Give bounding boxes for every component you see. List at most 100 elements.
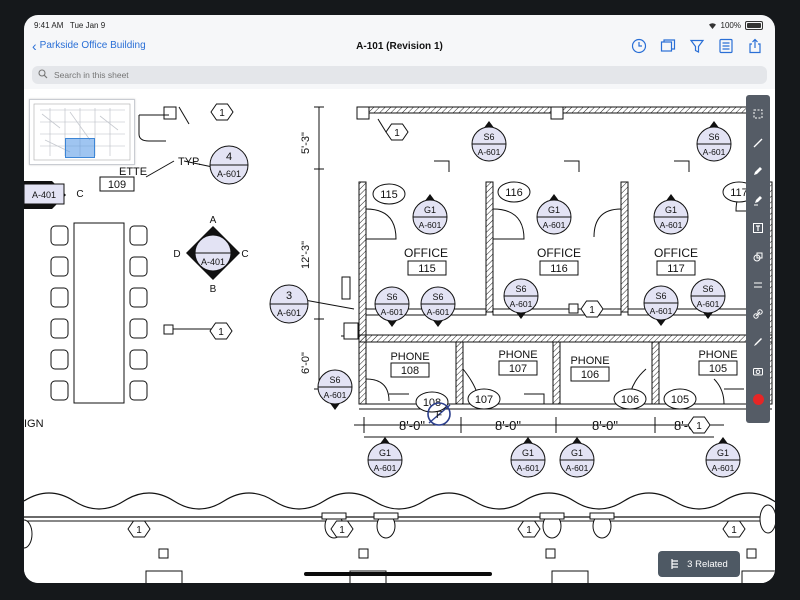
- room-tag-107: 107: [475, 394, 493, 406]
- section-marker[interactable]: S6 A-601: [317, 369, 353, 410]
- section-marker-id: G1: [717, 448, 729, 458]
- section-marker[interactable]: G1 A-601: [705, 437, 741, 478]
- keynote-tag[interactable]: 1: [330, 520, 354, 538]
- detail-callout[interactable]: 4 A-601: [209, 145, 249, 185]
- room-name-117: OFFICE: [654, 246, 698, 260]
- section-marker-sheet: A-601: [566, 463, 589, 473]
- section-marker-sheet: A-601: [510, 299, 533, 309]
- section-marker-sheet: A-601: [324, 390, 347, 400]
- section-marker-id: G1: [424, 205, 436, 215]
- clock-icon[interactable]: [631, 38, 647, 54]
- line-icon: [753, 138, 763, 147]
- elevation-sheet: A-401: [201, 257, 225, 267]
- keynote-tag[interactable]: 1: [687, 416, 711, 434]
- sheet-minimap[interactable]: [29, 99, 135, 165]
- link-icon: [753, 308, 763, 319]
- minimap-viewport[interactable]: [65, 138, 95, 158]
- section-marker[interactable]: S6 A-601: [420, 286, 456, 327]
- room-number-108: 108: [401, 365, 419, 377]
- dim-top-height: 5'-3": [300, 132, 312, 154]
- camera-icon: [753, 367, 763, 375]
- section-marker[interactable]: G1 A-601: [412, 194, 448, 235]
- section-marker-id: S6: [515, 284, 526, 294]
- pen-tool-button[interactable]: [746, 160, 770, 182]
- section-marker-sheet: A-601: [517, 463, 540, 473]
- detail-number: 4: [226, 151, 232, 163]
- keynote-tag[interactable]: 1: [209, 322, 233, 340]
- elevation-direction: A: [210, 215, 217, 226]
- dim-office-height: 12'-3": [300, 241, 312, 269]
- detail-sheet: A-601: [277, 308, 301, 318]
- shape-tool-button[interactable]: [746, 246, 770, 268]
- shape-icon: [753, 252, 763, 261]
- related-button[interactable]: 3 Related: [658, 551, 740, 577]
- keynote-number: 1: [731, 525, 737, 536]
- section-marker-id: S6: [386, 292, 397, 302]
- elevation-marker[interactable]: A-401 A B C D: [173, 215, 248, 295]
- section-marker[interactable]: G1 A-601: [536, 194, 572, 235]
- keynote-tag[interactable]: 1: [722, 520, 746, 538]
- room-number-107: 107: [509, 363, 527, 375]
- line-tool-button[interactable]: [746, 132, 770, 154]
- room-name-108: PHONE: [390, 351, 429, 363]
- detail-callout[interactable]: 3 A-601: [269, 284, 309, 324]
- room-number-117: 117: [667, 263, 685, 275]
- section-marker-sheet: A-601: [712, 463, 735, 473]
- highlighter-tool-button[interactable]: [746, 189, 770, 211]
- room-name-106: PHONE: [570, 355, 609, 367]
- room-number-115: 115: [418, 263, 436, 275]
- section-marker[interactable]: S6 A-601: [643, 285, 679, 326]
- layers-icon[interactable]: [660, 38, 676, 54]
- section-marker[interactable]: S6 A-601: [696, 121, 732, 162]
- filter-icon[interactable]: [689, 38, 705, 54]
- record-tool-button[interactable]: [746, 388, 770, 410]
- section-marker-id: G1: [522, 448, 534, 458]
- section-marker[interactable]: S6 A-601: [374, 286, 410, 327]
- section-marker-sheet: A-601: [374, 463, 397, 473]
- elevation-direction: D: [173, 249, 180, 260]
- room-name-105: PHONE: [698, 349, 737, 361]
- section-marker[interactable]: G1 A-601: [653, 194, 689, 235]
- ruler-tool-button[interactable]: [746, 274, 770, 296]
- detail-sheet: A-601: [217, 169, 241, 179]
- section-marker-sheet: A-601: [703, 147, 726, 157]
- fire-tag: F: [436, 410, 442, 421]
- section-marker[interactable]: S6 A-601: [471, 121, 507, 162]
- label-sign: IGN: [24, 418, 44, 430]
- pencil-tool-button[interactable]: [746, 331, 770, 353]
- search-bar[interactable]: [32, 66, 767, 84]
- camera-tool-button[interactable]: [746, 360, 770, 382]
- section-marker-id: S6: [483, 132, 494, 142]
- status-time: 9:41 AM: [34, 21, 64, 30]
- keynote-tag[interactable]: 1: [210, 103, 234, 121]
- section-marker-sheet: A-601: [381, 307, 404, 317]
- pen-icon: [754, 167, 762, 175]
- section-marker[interactable]: G1 A-601: [367, 437, 403, 478]
- select-tool-button[interactable]: [746, 103, 770, 125]
- room-name-116: OFFICE: [537, 246, 581, 260]
- keynote-tag[interactable]: 1: [580, 300, 604, 318]
- drawing-canvas[interactable]: 5'-3" 12'-3" 6'-0" 115 116 117 108 107 1…: [24, 89, 775, 583]
- navigation-bar: ‹ Parkside Office Building A-101 (Revisi…: [24, 35, 775, 63]
- battery-icon: [745, 21, 763, 30]
- keynote-tag[interactable]: 1: [385, 123, 409, 141]
- status-date: Tue Jan 9: [69, 21, 106, 30]
- record-icon: [752, 393, 764, 405]
- share-icon[interactable]: [747, 38, 763, 54]
- elevation-marker-partial[interactable]: A-401 C: [24, 181, 84, 209]
- link-tool-button[interactable]: [746, 303, 770, 325]
- elevation-direction: C: [241, 249, 248, 260]
- section-marker[interactable]: G1 A-601: [559, 437, 595, 478]
- section-marker-id: G1: [548, 205, 560, 215]
- keynote-tag[interactable]: 1: [517, 520, 541, 538]
- annotation-toolbar: [746, 95, 770, 423]
- text-tool-button[interactable]: [746, 217, 770, 239]
- section-marker-sheet: A-601: [697, 299, 720, 309]
- sheet-list-icon[interactable]: [718, 38, 734, 54]
- section-marker-sheet: A-601: [650, 306, 673, 316]
- section-marker[interactable]: G1 A-601: [510, 437, 546, 478]
- keynote-number: 1: [696, 421, 702, 432]
- section-marker-sheet: A-601: [478, 147, 501, 157]
- keynote-tag[interactable]: 1: [127, 520, 151, 538]
- search-input[interactable]: [52, 69, 718, 81]
